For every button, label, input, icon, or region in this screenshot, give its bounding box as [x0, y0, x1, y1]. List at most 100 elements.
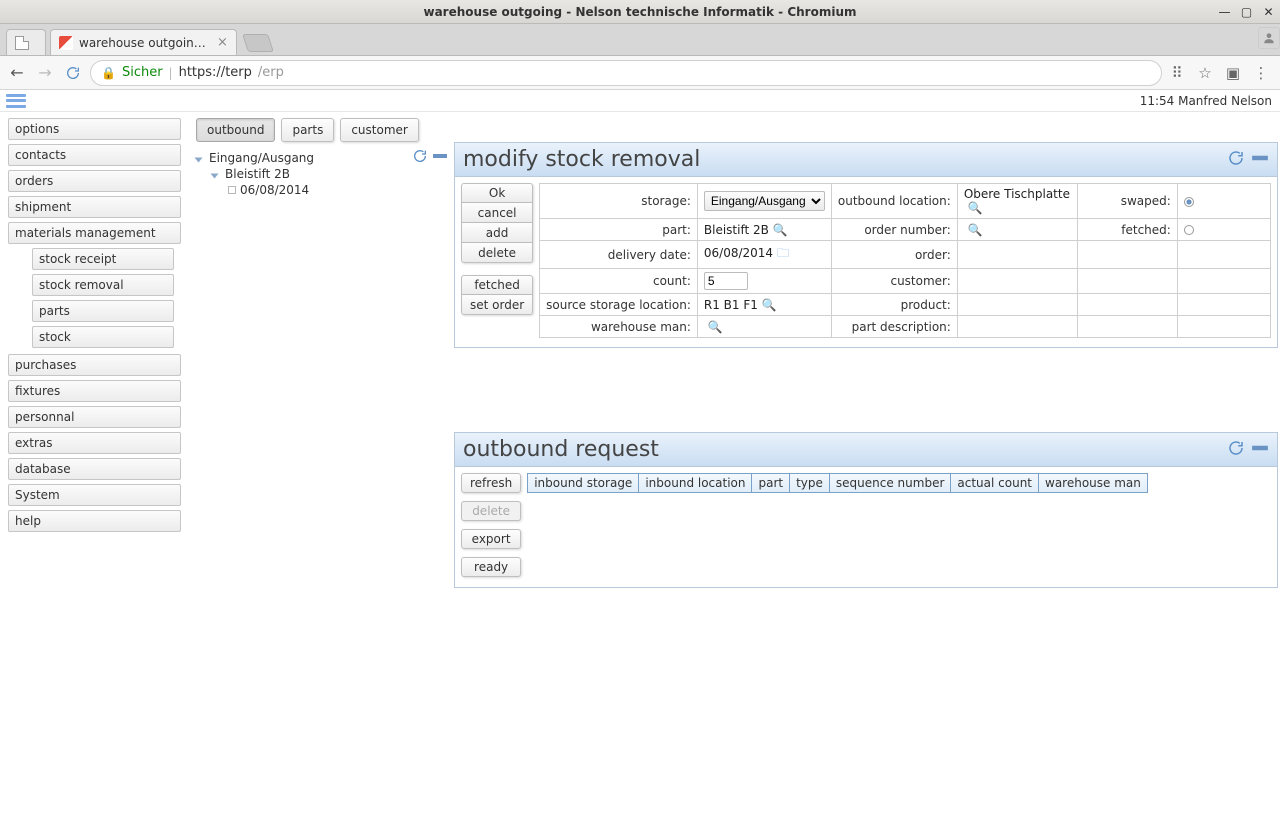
label-order: order: [831, 241, 957, 269]
star-icon[interactable]: ☆ [1196, 64, 1214, 82]
tree-panel: Eingang/Ausgang Bleistift 2B 06/08/2014 [186, 142, 454, 827]
col-actual-count[interactable]: actual count [951, 473, 1039, 493]
sidebar-item-parts[interactable]: parts [32, 300, 174, 322]
refresh-icon[interactable] [1227, 439, 1245, 460]
tree-node[interactable]: 06/08/2014 [192, 182, 448, 198]
tab-customer[interactable]: customer [340, 118, 419, 142]
source-storage-value: R1 B1 F1 [704, 298, 758, 312]
label-fetched: fetched: [1077, 219, 1177, 241]
sidebar-item-system[interactable]: System [8, 484, 181, 506]
erp-tabbar: outbound parts customer [186, 112, 1280, 142]
sidebar-item-purchases[interactable]: purchases [8, 354, 181, 376]
window-controls: — ▢ ✕ [1217, 4, 1276, 19]
tree: Eingang/Ausgang Bleistift 2B 06/08/2014 [192, 148, 448, 198]
content-split: Eingang/Ausgang Bleistift 2B 06/08/2014 … [186, 142, 1280, 827]
sidebar-item-stock-removal[interactable]: stock removal [32, 274, 174, 296]
export-button[interactable]: export [461, 529, 521, 549]
search-icon[interactable]: 🔍 [968, 201, 983, 215]
forward-button[interactable]: → [34, 62, 56, 84]
minimize-icon[interactable]: — [1217, 4, 1232, 19]
cancel-button[interactable]: cancel [461, 203, 533, 223]
close-icon[interactable]: ✕ [1261, 4, 1276, 19]
refresh-icon[interactable] [1227, 149, 1245, 170]
browser-tabstrip: warehouse outgoing - Ne × [0, 24, 1280, 56]
omnibox[interactable]: 🔒 Sicher | https://terp/erp [90, 60, 1162, 86]
collapse-icon[interactable] [1251, 439, 1269, 460]
sidebar-item-fixtures[interactable]: fixtures [8, 380, 181, 402]
sidebar-item-extras[interactable]: extras [8, 432, 181, 454]
add-button[interactable]: add [461, 223, 533, 243]
search-icon[interactable]: 🔍 [762, 298, 777, 312]
sidebar-item-stock[interactable]: stock [32, 326, 174, 348]
back-button[interactable]: ← [6, 62, 28, 84]
panel-header: outbound request [455, 433, 1277, 467]
calendar-icon[interactable]: 🗀 [777, 246, 789, 260]
reload-button[interactable] [62, 62, 84, 84]
col-part[interactable]: part [752, 473, 790, 493]
column-headers: inbound storage inbound location part ty… [527, 473, 1148, 493]
sidebar-item-options[interactable]: options [8, 118, 181, 140]
sidebar-item-stock-receipt[interactable]: stock receipt [32, 248, 174, 270]
col-warehouse-man[interactable]: warehouse man [1039, 473, 1148, 493]
form-table: storage: Eingang/Ausgang outbound locati… [539, 183, 1271, 338]
refresh-button[interactable]: refresh [461, 473, 521, 493]
tab-close-icon[interactable]: × [217, 35, 228, 50]
browser-tab[interactable] [6, 29, 46, 55]
set-order-button[interactable]: set order [461, 295, 533, 315]
count-input[interactable] [704, 272, 748, 290]
fetched-button[interactable]: fetched [461, 275, 533, 295]
user-info: 11:54 Manfred Nelson [1140, 94, 1272, 108]
label-outbound-location: outbound location: [831, 184, 957, 219]
fetched-radio[interactable] [1184, 225, 1194, 235]
col-inbound-location[interactable]: inbound location [639, 473, 752, 493]
label-count: count: [540, 269, 698, 294]
window-title: warehouse outgoing - Nelson technische I… [423, 5, 856, 19]
search-icon[interactable]: 🔍 [773, 223, 788, 237]
address-bar: ← → 🔒 Sicher | https://terp/erp ⠿ ☆ ▣ ⋮ [0, 56, 1280, 90]
delete-button[interactable]: delete [461, 243, 533, 263]
hamburger-icon[interactable] [4, 92, 28, 110]
caret-down-icon [212, 169, 222, 179]
page-icon [15, 36, 29, 50]
profile-button[interactable] [1258, 27, 1280, 49]
sidebar-item-materials-management[interactable]: materials management [8, 222, 181, 244]
panel-header: modify stock removal [455, 143, 1277, 177]
col-inbound-storage[interactable]: inbound storage [527, 473, 639, 493]
ok-button[interactable]: Ok [461, 183, 533, 203]
refresh-icon[interactable] [412, 148, 428, 167]
menu-icon[interactable]: ⋮ [1252, 64, 1270, 82]
col-type[interactable]: type [790, 473, 830, 493]
sidebar-item-orders[interactable]: orders [8, 170, 181, 192]
translate-icon[interactable]: ⠿ [1168, 64, 1186, 82]
tree-node[interactable]: Bleistift 2B [192, 166, 448, 182]
search-icon[interactable]: 🔍 [708, 320, 723, 334]
ready-button[interactable]: ready [461, 557, 521, 577]
swaped-radio[interactable] [1184, 197, 1194, 207]
collapse-icon[interactable] [432, 148, 448, 167]
panel-modify-stock-removal: modify stock removal Ok cancel add [454, 142, 1278, 348]
url-path: /erp [258, 65, 284, 80]
leaf-icon [228, 186, 236, 194]
button-column: Ok cancel add delete fetched set order [461, 183, 533, 323]
devices-icon[interactable]: ▣ [1224, 64, 1242, 82]
sidebar-item-help[interactable]: help [8, 510, 181, 532]
search-icon[interactable]: 🔍 [968, 223, 983, 237]
sidebar-item-personnal[interactable]: personnal [8, 406, 181, 428]
os-titlebar: warehouse outgoing - Nelson technische I… [0, 0, 1280, 24]
storage-select[interactable]: Eingang/Ausgang [704, 191, 825, 211]
tab-outbound[interactable]: outbound [196, 118, 275, 142]
sidebar-item-contacts[interactable]: contacts [8, 144, 181, 166]
tab-label: warehouse outgoing - Ne [79, 36, 209, 50]
lock-icon: 🔒 [101, 66, 116, 80]
collapse-icon[interactable] [1251, 149, 1269, 170]
maximize-icon[interactable]: ▢ [1239, 4, 1254, 19]
tab-parts[interactable]: parts [281, 118, 334, 142]
sidebar: options contacts orders shipment materia… [0, 112, 186, 827]
tree-node[interactable]: Eingang/Ausgang [192, 150, 448, 166]
sidebar-item-shipment[interactable]: shipment [8, 196, 181, 218]
new-tab-button[interactable] [242, 34, 274, 52]
browser-tab[interactable]: warehouse outgoing - Ne × [50, 29, 237, 55]
col-sequence-number[interactable]: sequence number [830, 473, 951, 493]
delete-button[interactable]: delete [461, 501, 521, 521]
sidebar-item-database[interactable]: database [8, 458, 181, 480]
